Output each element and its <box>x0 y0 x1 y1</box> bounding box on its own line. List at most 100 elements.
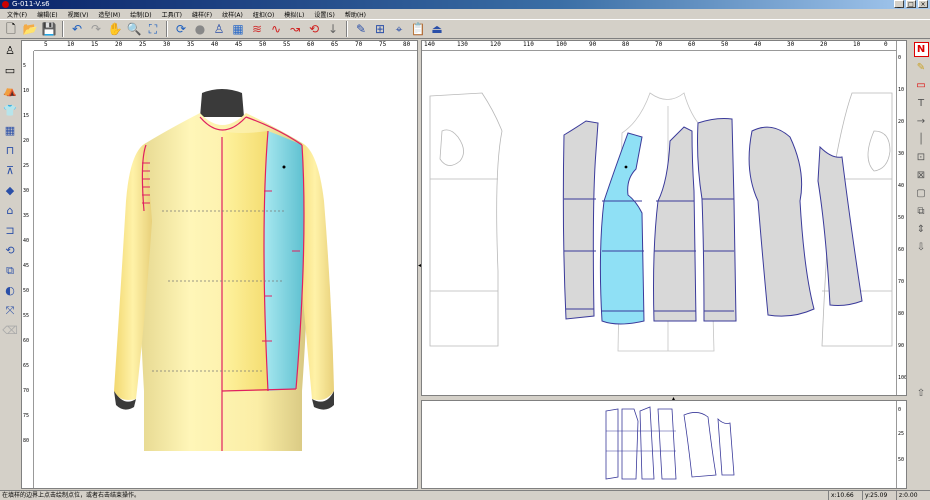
layers-tool-icon[interactable]: ⧉ <box>2 262 19 279</box>
menu-model[interactable]: 造型(M) <box>93 10 125 19</box>
grid-icon[interactable]: ⊞ <box>371 20 389 38</box>
jacket-icon[interactable]: ⌂ <box>2 202 19 219</box>
move-icon[interactable]: ⇕ <box>914 222 929 237</box>
new-file-icon[interactable]: 🗋 <box>2 20 20 38</box>
measure-icon[interactable]: ✎ <box>352 20 370 38</box>
edit-curve-icon[interactable]: ⟲ <box>305 20 323 38</box>
arrow-right-icon[interactable]: → <box>914 114 929 129</box>
ruler-tick-label: 40 <box>898 183 905 189</box>
pattern-piece-sleeve-under[interactable] <box>817 145 863 306</box>
pan-hand-icon[interactable]: ✋ <box>106 20 124 38</box>
blank-icon[interactable]: ▢ <box>914 186 929 201</box>
cursor-icon[interactable]: ↓ <box>324 20 342 38</box>
fit-view-icon[interactable]: ⛶ <box>144 20 162 38</box>
dress-icon[interactable]: ⏏ <box>428 20 446 38</box>
menu-tools[interactable]: 工具(T) <box>157 10 187 19</box>
ruler-square-icon[interactable]: ⊡ <box>914 150 929 165</box>
ruler-tick-label: 50 <box>898 457 905 463</box>
menu-draw[interactable]: 绘制(D) <box>125 10 156 19</box>
minimize-button[interactable]: _ <box>894 0 904 8</box>
splitter-handle-horizontal[interactable]: ▴ <box>672 395 675 402</box>
pattern-piece-side-back[interactable] <box>697 118 737 322</box>
curve-tool-icon[interactable]: ∿ <box>267 20 285 38</box>
undo-icon[interactable]: ↶ <box>68 20 86 38</box>
ruler-tick-label: 75 <box>23 413 30 419</box>
copy-icon[interactable]: ⧉ <box>914 204 929 219</box>
texture-icon[interactable]: ▦ <box>229 20 247 38</box>
thumb-piece-side-back[interactable] <box>657 408 677 480</box>
thumb-piece-sleeve-under[interactable] <box>717 417 735 476</box>
window-titlebar: G-011-V.s6 _ □ × <box>0 0 930 9</box>
maximize-button[interactable]: □ <box>906 0 916 8</box>
gem-icon[interactable]: ◆ <box>2 182 19 199</box>
mannequin-icon[interactable]: ♙ <box>2 42 19 59</box>
thumbnail-canvas[interactable] <box>422 401 896 489</box>
thumb-piece-back[interactable] <box>605 408 619 480</box>
rotate-tool-icon[interactable]: ⟲ <box>2 242 19 259</box>
ruler-tick-label: 130 <box>457 41 468 48</box>
color-layers-icon[interactable]: ≋ <box>248 20 266 38</box>
pattern-pieces-canvas[interactable] <box>422 51 896 396</box>
pattern-piece-back[interactable] <box>562 120 599 320</box>
text-t-icon[interactable]: T <box>914 96 929 111</box>
n-tool-icon[interactable]: N <box>913 42 929 57</box>
menu-edit[interactable]: 编辑(E) <box>32 10 62 19</box>
down-arrow-icon[interactable]: ⇩ <box>914 240 929 255</box>
drawing-point[interactable] <box>282 165 286 169</box>
pants-icon[interactable]: ⊓ <box>2 142 19 159</box>
rotate-icon[interactable]: ⟳ <box>172 20 190 38</box>
dress-shape-icon[interactable]: ⊼ <box>2 162 19 179</box>
export-icon[interactable]: 📋 <box>409 20 427 38</box>
menu-pattern[interactable]: 缝样(F) <box>187 10 217 19</box>
open-folder-icon[interactable]: 📂 <box>21 20 39 38</box>
thumb-piece-side[interactable] <box>639 406 655 480</box>
menu-texture[interactable]: 纹样(A) <box>217 10 248 19</box>
thumb-piece-sleeve-top[interactable] <box>683 412 717 478</box>
ruler-tick-label: 45 <box>23 263 30 269</box>
menu-button[interactable]: 纽扣(O) <box>248 10 279 19</box>
ruler-tick-label: 40 <box>211 41 219 48</box>
menu-settings[interactable]: 设置(S) <box>309 10 340 19</box>
cloak-icon[interactable]: ⛺ <box>2 82 19 99</box>
pattern-piece-sleeve-top[interactable] <box>748 126 815 317</box>
menu-view[interactable]: 视图(V) <box>63 10 94 19</box>
rectangle-icon[interactable]: ▭ <box>914 78 929 93</box>
ruler-tick-label: 50 <box>721 41 729 48</box>
sphere-tool-icon[interactable]: ◐ <box>2 282 19 299</box>
ruler-tick-label: 60 <box>688 41 696 48</box>
grid-pattern-icon[interactable]: ▦ <box>2 122 19 139</box>
vertical-line-icon[interactable]: │ <box>914 132 929 147</box>
up-arrow-icon[interactable]: ⇧ <box>914 386 929 401</box>
shirt-icon[interactable]: 👕 <box>2 102 19 119</box>
redo-icon[interactable]: ↷ <box>87 20 105 38</box>
transform-icon[interactable]: ⤧ <box>2 302 19 319</box>
status-x: x:10.66 <box>828 491 862 500</box>
shading-sphere-icon[interactable]: ● <box>191 20 209 38</box>
close-button[interactable]: × <box>918 0 928 8</box>
pattern-thumbnail-panel[interactable]: 0 25 50 <box>421 400 907 489</box>
menu-simulate[interactable]: 模拟(L) <box>279 10 309 19</box>
zoom-icon[interactable]: 🔍 <box>125 20 143 38</box>
box-icon[interactable]: ⊠ <box>914 168 929 183</box>
menu-file[interactable]: 文件(F) <box>2 10 32 19</box>
eraser-icon[interactable]: ⌫ <box>2 322 19 339</box>
figure-icon[interactable]: ♙ <box>210 20 228 38</box>
thumb-piece-front[interactable] <box>621 408 639 480</box>
pattern-piece-front-selected[interactable] <box>599 132 645 325</box>
ruler-tick-label: 35 <box>23 213 30 219</box>
view-3d-panel[interactable]: 5 10 15 20 25 30 35 40 45 50 55 60 65 70… <box>21 40 418 489</box>
notch-icon[interactable]: ⌖ <box>390 20 408 38</box>
note-icon[interactable]: ✎ <box>914 60 929 75</box>
sleeve-icon[interactable]: ⊐ <box>2 222 19 239</box>
selected-side-panel[interactable] <box>264 131 304 391</box>
pattern-2d-panel[interactable]: 140 130 120 110 100 90 80 70 60 50 40 30… <box>421 40 907 396</box>
garment-3d-model[interactable] <box>34 51 418 489</box>
select-rect-icon[interactable]: ▭ <box>2 62 19 79</box>
view3d-ruler-vertical: 5 10 15 20 25 30 35 40 45 50 55 60 65 70… <box>22 51 34 488</box>
ruler-tick-label: 40 <box>754 41 762 48</box>
point-curve-icon[interactable]: ↝ <box>286 20 304 38</box>
pattern-piece-side[interactable] <box>653 126 697 322</box>
selected-point[interactable] <box>624 165 628 169</box>
save-icon[interactable]: 💾 <box>40 20 58 38</box>
menu-help[interactable]: 帮助(H) <box>340 10 371 19</box>
